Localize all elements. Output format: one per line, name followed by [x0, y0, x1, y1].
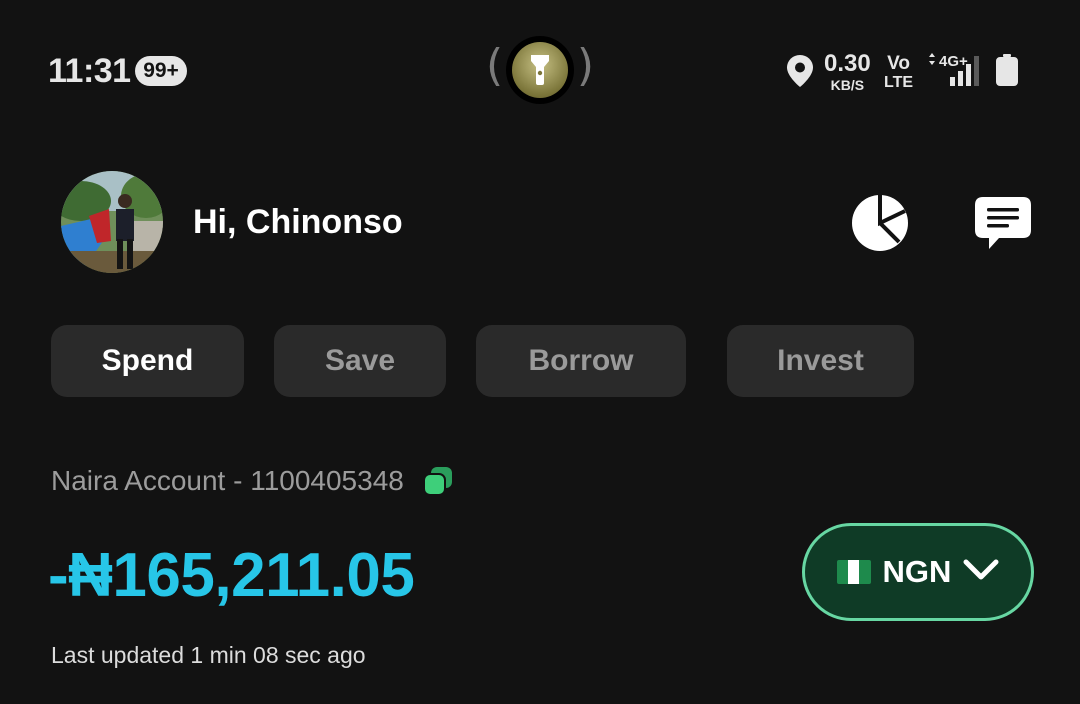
network-speed-unit: KB/S — [830, 77, 865, 93]
avatar-photo — [61, 171, 163, 273]
greeting: Hi, Chinonso — [193, 203, 403, 241]
volte-top: Vo — [887, 53, 910, 74]
location-icon — [786, 54, 814, 93]
volte-bottom: LTE — [884, 74, 914, 91]
account-balance: -₦165,211.05 — [48, 541, 415, 610]
notification-badge: 99+ — [135, 56, 187, 86]
volte-indicator: Vo LTE — [884, 54, 913, 91]
nigeria-flag-icon — [836, 560, 871, 584]
avatar[interactable] — [61, 171, 163, 273]
tab-invest[interactable]: Invest — [727, 325, 914, 397]
battery-icon — [996, 54, 1018, 86]
insights-button[interactable] — [849, 192, 911, 254]
left-paren: ( — [486, 40, 504, 91]
signal-icon: 4G+ — [928, 52, 986, 93]
messages-button[interactable] — [973, 194, 1033, 252]
network-type: 4G+ — [939, 53, 968, 70]
right-paren: ) — [576, 40, 594, 91]
chevron-down-icon — [963, 558, 999, 587]
flashlight-button[interactable] — [506, 36, 574, 104]
flashlight-indicator[interactable]: ( ) — [486, 36, 594, 106]
account-row: Naira Account - 1100405348 — [51, 465, 454, 497]
chat-icon — [975, 197, 1031, 249]
account-label: Naira Account - 1100405348 — [51, 465, 404, 496]
network-speed: 0.30 KB/S — [824, 50, 871, 93]
currency-code: NGN — [882, 554, 952, 589]
pie-chart-icon — [852, 195, 908, 251]
tab-save[interactable]: Save — [274, 325, 446, 397]
tab-spend[interactable]: Spend — [51, 325, 244, 397]
tab-borrow[interactable]: Borrow — [476, 325, 686, 397]
status-time: 11:31 — [48, 52, 131, 90]
copy-icon[interactable] — [422, 465, 454, 497]
last-updated: Last updated 1 min 08 sec ago — [51, 642, 366, 668]
network-speed-value: 0.30 — [824, 50, 871, 77]
flashlight-icon — [512, 42, 568, 98]
currency-selector[interactable]: NGN — [802, 523, 1034, 621]
